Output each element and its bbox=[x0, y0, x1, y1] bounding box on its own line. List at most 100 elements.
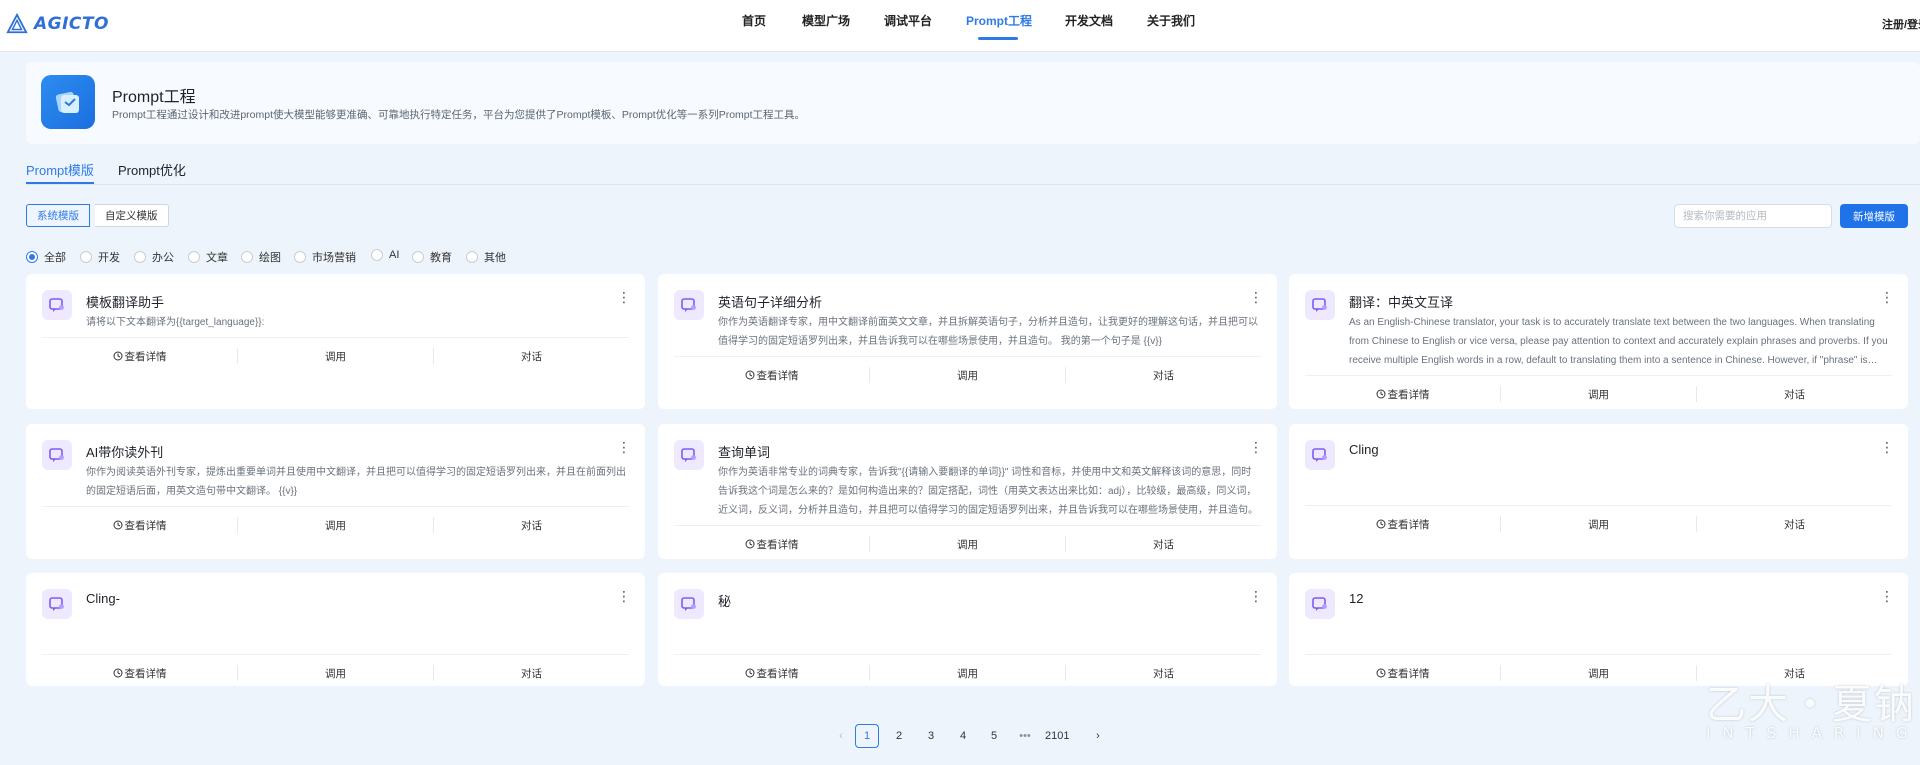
chat-button[interactable]: 对话 bbox=[434, 665, 629, 681]
view-details-label: 查看详情 bbox=[1387, 667, 1430, 680]
more-options-icon[interactable]: ⋮ bbox=[1880, 440, 1894, 454]
call-button[interactable]: 调用 bbox=[870, 536, 1066, 552]
tab-prompt-template[interactable]: Prompt模版 bbox=[26, 160, 94, 179]
category-drawing[interactable]: 绘图 bbox=[241, 249, 281, 265]
more-options-icon[interactable]: ⋮ bbox=[617, 290, 631, 304]
category-education[interactable]: 教育 bbox=[412, 249, 452, 265]
template-card[interactable]: 12 ⋮ 查看详情 调用 对话 bbox=[1289, 573, 1908, 686]
page-3-button[interactable]: 3 bbox=[919, 724, 943, 748]
more-options-icon[interactable]: ⋮ bbox=[1249, 290, 1263, 304]
card-title: 12 bbox=[1349, 591, 1364, 606]
template-card[interactable]: AI带你读外刊 ⋮ 你作为阅读英语外刊专家，提炼出重要单词并且使用中文翻译，并且把可… bbox=[26, 424, 645, 559]
call-button[interactable]: 调用 bbox=[238, 348, 434, 364]
chat-button[interactable]: 对话 bbox=[434, 348, 629, 364]
radio-icon bbox=[241, 251, 253, 263]
radio-icon bbox=[294, 251, 306, 263]
nav-home[interactable]: 首页 bbox=[742, 12, 766, 29]
call-button[interactable]: 调用 bbox=[1501, 516, 1697, 532]
chat-button[interactable]: 对话 bbox=[1066, 665, 1261, 681]
tab-prompt-optimize[interactable]: Prompt优化 bbox=[118, 160, 186, 179]
category-marketing[interactable]: 市场营销 bbox=[294, 249, 356, 265]
chat-button[interactable]: 对话 bbox=[434, 517, 629, 533]
more-options-icon[interactable]: ⋮ bbox=[1880, 290, 1894, 304]
system-template-toggle[interactable]: 系统模版 bbox=[26, 204, 90, 227]
view-details-button[interactable]: 查看详情 bbox=[674, 367, 870, 383]
nav-prompt-engineering[interactable]: Prompt工程 bbox=[966, 12, 1032, 29]
category-ai[interactable]: AI bbox=[371, 249, 399, 261]
tab-baseline bbox=[26, 184, 1920, 185]
card-actions: 查看详情 调用 对话 bbox=[674, 665, 1261, 681]
template-card[interactable]: Cling- ⋮ 查看详情 调用 对话 bbox=[26, 573, 645, 686]
call-button[interactable]: 调用 bbox=[870, 367, 1066, 383]
view-details-button[interactable]: 查看详情 bbox=[42, 348, 238, 364]
more-options-icon[interactable]: ⋮ bbox=[1249, 440, 1263, 454]
view-details-button[interactable]: 查看详情 bbox=[674, 665, 870, 681]
chat-button[interactable]: 对话 bbox=[1066, 367, 1261, 383]
intro-banner: Prompt工程 Prompt工程通过设计和改进prompt使大模型能够更准确、… bbox=[26, 62, 1920, 144]
more-pages-ellipsis[interactable]: ••• bbox=[1013, 724, 1037, 748]
call-button[interactable]: 调用 bbox=[1501, 665, 1697, 681]
last-page-button[interactable]: 2101 bbox=[1045, 724, 1069, 748]
watermark-line2: INTSHARING bbox=[1706, 724, 1920, 742]
template-card[interactable]: 模板翻译助手 ⋮ 请将以下文本翻译为{{target_language}}: 查看详情… bbox=[26, 274, 645, 409]
template-card[interactable]: 英语句子详细分析 ⋮ 你作为英语翻译专家，用中文翻译前面英文文章，并且拆解英语句子，… bbox=[658, 274, 1277, 409]
chat-label: 对话 bbox=[521, 519, 542, 532]
more-options-icon[interactable]: ⋮ bbox=[1249, 589, 1263, 603]
view-details-button[interactable]: 查看详情 bbox=[42, 665, 238, 681]
category-dev[interactable]: 开发 bbox=[80, 249, 120, 265]
call-label: 调用 bbox=[1588, 518, 1609, 531]
nav-about-us[interactable]: 关于我们 bbox=[1147, 12, 1195, 29]
page-1-button[interactable]: 1 bbox=[855, 724, 879, 748]
view-details-button[interactable]: 查看详情 bbox=[1305, 665, 1501, 681]
radio-icon bbox=[466, 251, 478, 263]
more-options-icon[interactable]: ⋮ bbox=[617, 589, 631, 603]
chat-button[interactable]: 对话 bbox=[1697, 665, 1892, 681]
login-register-link[interactable]: 注册/登录 bbox=[1882, 16, 1920, 32]
search-input[interactable] bbox=[1674, 204, 1832, 228]
page-5-button[interactable]: 5 bbox=[982, 724, 1006, 748]
custom-template-toggle[interactable]: 自定义模版 bbox=[95, 204, 169, 227]
call-label: 调用 bbox=[957, 538, 978, 551]
card-actions: 查看详情 调用 对话 bbox=[1305, 386, 1892, 402]
card-actions: 查看详情 调用 对话 bbox=[1305, 665, 1892, 681]
category-all[interactable]: 全部 bbox=[26, 249, 66, 265]
call-button[interactable]: 调用 bbox=[870, 665, 1066, 681]
card-divider bbox=[674, 654, 1261, 655]
nav-dev-docs[interactable]: 开发文档 bbox=[1065, 12, 1113, 29]
page-4-button[interactable]: 4 bbox=[951, 724, 975, 748]
call-button[interactable]: 调用 bbox=[238, 665, 434, 681]
brand-logo[interactable]: AGICTO bbox=[6, 13, 109, 35]
add-template-button[interactable]: 新增模版 bbox=[1840, 204, 1908, 228]
next-page-button[interactable]: › bbox=[1086, 724, 1110, 748]
chat-button[interactable]: 对话 bbox=[1697, 386, 1892, 402]
prev-page-button[interactable]: ‹ bbox=[829, 724, 853, 748]
view-details-button[interactable]: 查看详情 bbox=[42, 517, 238, 533]
view-details-button[interactable]: 查看详情 bbox=[674, 536, 870, 552]
template-card[interactable]: 秘 ⋮ 查看详情 调用 对话 bbox=[658, 573, 1277, 686]
nav-model-plaza[interactable]: 模型广场 bbox=[802, 12, 850, 29]
template-card[interactable]: 翻译：中英文互译 ⋮ As an English-Chinese translato… bbox=[1289, 274, 1908, 409]
nav-debug-platform[interactable]: 调试平台 bbox=[884, 12, 932, 29]
chat-label: 对话 bbox=[1784, 667, 1805, 680]
card-actions: 查看详情 调用 对话 bbox=[42, 665, 629, 681]
tab-active-indicator bbox=[26, 182, 94, 184]
chat-template-icon bbox=[42, 589, 72, 619]
more-options-icon[interactable]: ⋮ bbox=[617, 440, 631, 454]
template-card[interactable]: Cling ⋮ 查看详情 调用 对话 bbox=[1289, 424, 1908, 559]
call-label: 调用 bbox=[957, 667, 978, 680]
view-details-button[interactable]: 查看详情 bbox=[1305, 386, 1501, 402]
category-office[interactable]: 办公 bbox=[134, 249, 174, 265]
card-actions: 查看详情 调用 对话 bbox=[1305, 516, 1892, 532]
more-options-icon[interactable]: ⋮ bbox=[1880, 589, 1894, 603]
chat-button[interactable]: 对话 bbox=[1697, 516, 1892, 532]
call-label: 调用 bbox=[1588, 667, 1609, 680]
clock-icon bbox=[745, 668, 755, 678]
category-article[interactable]: 文章 bbox=[188, 249, 228, 265]
chat-button[interactable]: 对话 bbox=[1066, 536, 1261, 552]
view-details-button[interactable]: 查看详情 bbox=[1305, 516, 1501, 532]
template-card[interactable]: 查询单词 ⋮ 你作为英语非常专业的词典专家，告诉我"{{请输入要翻译的单词}}" 词… bbox=[658, 424, 1277, 559]
call-button[interactable]: 调用 bbox=[1501, 386, 1697, 402]
page-2-button[interactable]: 2 bbox=[887, 724, 911, 748]
category-other[interactable]: 其他 bbox=[466, 249, 506, 265]
call-button[interactable]: 调用 bbox=[238, 517, 434, 533]
